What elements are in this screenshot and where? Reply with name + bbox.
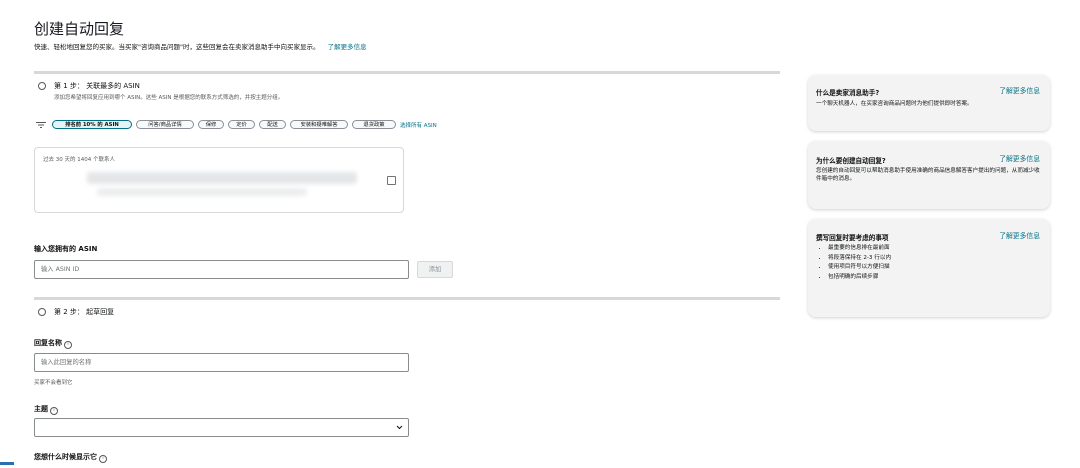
chip-warranty[interactable]: 保修 [198, 120, 224, 129]
step2-divider [34, 297, 780, 300]
when-show-label: 您想什么时候显示它 i [34, 452, 107, 463]
asin-select-checkbox[interactable] [387, 176, 396, 185]
scroll-indicator [0, 462, 14, 465]
blurred-asin-row [97, 188, 307, 196]
chip-return-policy[interactable]: 退货政策 [352, 120, 396, 129]
blurred-asin-row [87, 172, 357, 184]
asin-input-label: 输入您拥有的 ASIN [34, 245, 98, 253]
step1-radio[interactable] [38, 82, 46, 90]
tip-item: 最重要的信息排在最前面 [828, 244, 891, 254]
chevron-down-icon [396, 419, 403, 443]
card-learn-more-link[interactable]: 了解更多信息 [999, 230, 1040, 240]
topic-label: 主题 i [34, 404, 58, 415]
info-icon[interactable]: i [50, 407, 58, 415]
page-subtitle: 快速、轻松地回复您的买家。当买家"咨询商品问题"时，这些回复会在卖家消息助手中向… [34, 41, 367, 51]
info-icon[interactable]: i [99, 455, 107, 463]
topic-select[interactable] [34, 418, 409, 437]
topic-filter-chips: 排名前 10% 的 ASIN 问答/商品详情 保修 定价 配送 安装和疑难解答 … [52, 120, 452, 130]
step1-title: 第 1 步： 关联最多的 ASIN [54, 82, 140, 90]
info-card-writing-tips: 撰写回复时要考虑的事项 了解更多信息 最重要的信息排在最前面 将段落保持在 2-… [808, 219, 1050, 317]
chip-top-asin[interactable]: 排名前 10% 的 ASIN [52, 120, 132, 129]
reply-name-input[interactable]: 输入此回复的名称 [34, 353, 409, 372]
chip-shipping[interactable]: 配送 [259, 120, 286, 129]
topic-label-text: 主题 [34, 405, 48, 413]
when-show-label-text: 您想什么时候显示它 [34, 453, 97, 461]
select-all-asin-link[interactable]: 选择所有 ASIN [400, 121, 437, 129]
add-asin-button[interactable]: 添加 [417, 261, 453, 278]
card-body: 您创建的自动回复可以帮助消息助手使用准确的商品信息解答客户提出的问题，从而减少收… [816, 168, 1040, 182]
chip-install-troubleshoot[interactable]: 安装和疑难解答 [290, 120, 348, 129]
card-learn-more-link[interactable]: 了解更多信息 [999, 153, 1040, 163]
card-title: 什么是卖家消息助手? [816, 89, 880, 97]
info-icon[interactable]: i [64, 341, 72, 349]
filter-icon[interactable] [35, 121, 47, 129]
page-title: 创建自动回复 [34, 20, 125, 38]
asin-input[interactable]: 输入 ASIN ID [34, 260, 409, 279]
tip-item: 包括明确的后续步骤 [828, 273, 891, 283]
step2-radio[interactable] [38, 308, 46, 316]
contacts-caption: 过去 30 天的 1404 个联系人 [43, 157, 115, 163]
info-card-why-create: 为什么要创建自动回复? 了解更多信息 您创建的自动回复可以帮助消息助手使用准确的… [808, 141, 1050, 209]
step2-title: 第 2 步： 起草回复 [54, 308, 115, 316]
card-title: 撰写回复时要考虑的事项 [816, 234, 889, 242]
chip-qa-details[interactable]: 问答/商品详情 [136, 120, 194, 129]
card-body: 一个聊天机器人，在买家咨询商品问题时为他们提供即时答案。 [816, 101, 973, 107]
reply-name-label-text: 回复名称 [34, 339, 62, 347]
step1-divider [34, 71, 780, 74]
asin-contacts-box: 过去 30 天的 1404 个联系人 [34, 147, 404, 213]
tips-list: 最重要的信息排在最前面 将段落保持在 2-3 行以内 使用项目符号以方便扫描 包… [816, 244, 891, 282]
subtitle-text: 快速、轻松地回复您的买家。当买家"咨询商品问题"时，这些回复会在卖家消息助手中向… [34, 43, 320, 51]
tip-item: 将段落保持在 2-3 行以内 [828, 254, 891, 264]
info-card-what-is-assistant: 什么是卖家消息助手? 了解更多信息 一个聊天机器人，在买家咨询商品问题时为他们提… [808, 75, 1050, 131]
card-learn-more-link[interactable]: 了解更多信息 [999, 85, 1040, 95]
step1-description: 添加您希望将回复应用到哪个 ASIN。这些 ASIN 是根据您的联系方式筛选的，… [54, 95, 284, 101]
tip-item: 使用项目符号以方便扫描 [828, 263, 891, 273]
learn-more-link[interactable]: 了解更多信息 [328, 43, 367, 51]
reply-name-hint: 买家不会看到它 [34, 380, 73, 386]
reply-name-label: 回复名称 i [34, 338, 72, 349]
card-title: 为什么要创建自动回复? [816, 157, 886, 165]
chip-pricing[interactable]: 定价 [228, 120, 255, 129]
